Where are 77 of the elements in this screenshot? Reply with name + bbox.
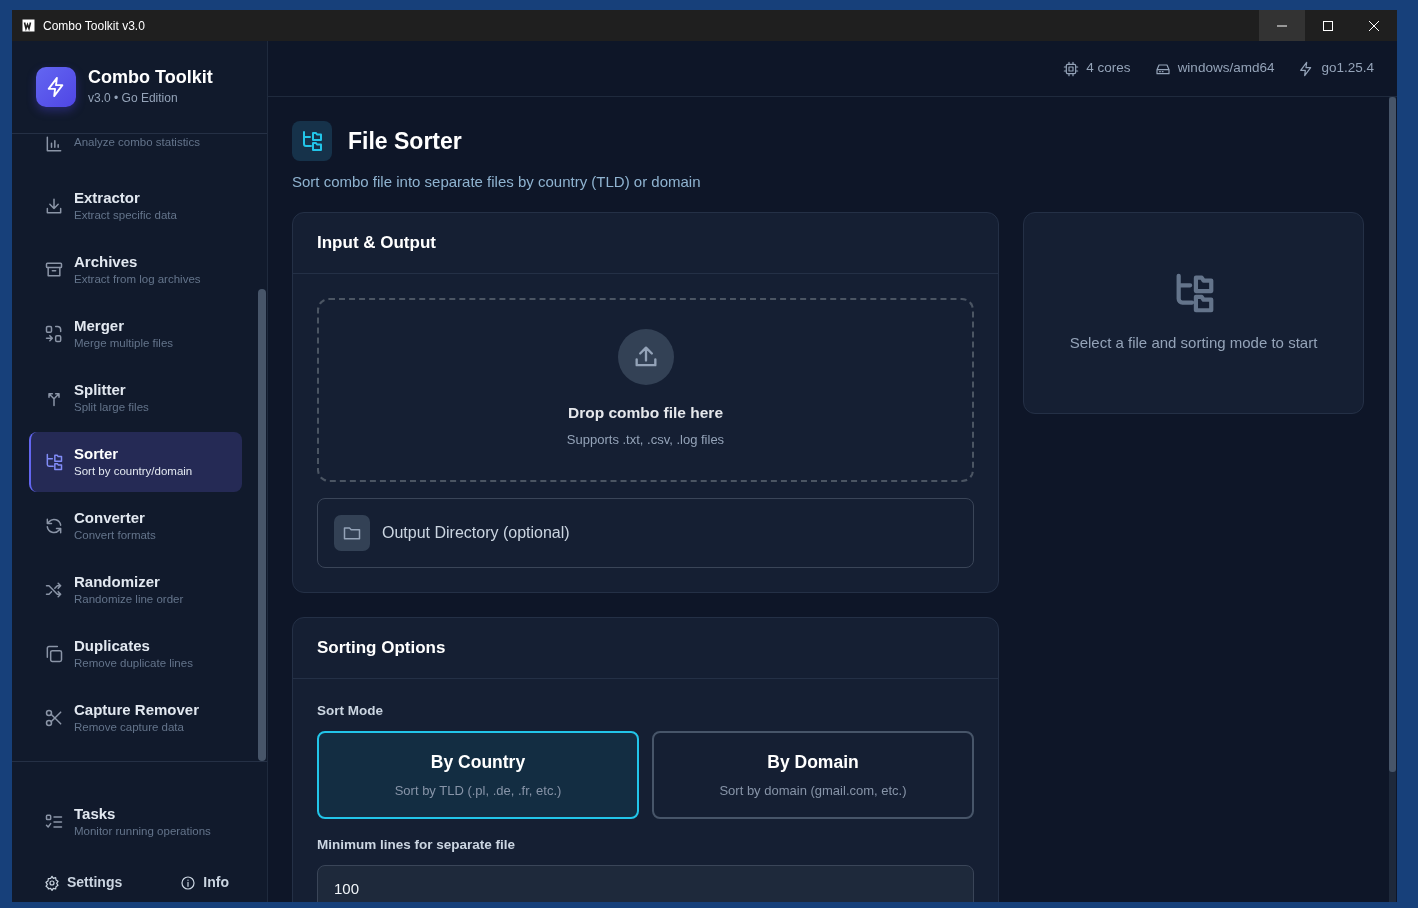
- system-info: go1.25.4: [1321, 59, 1374, 78]
- sidebar-item[interactable]: Duplicates Remove duplicate lines: [29, 624, 242, 684]
- sidebar-item[interactable]: Tasks Monitor running operations: [29, 792, 251, 852]
- sidebar-item[interactable]: Sorter Sort by country/domain: [29, 432, 242, 492]
- system-info: 4 cores: [1086, 59, 1131, 78]
- item-description: Convert formats: [74, 528, 156, 544]
- sidebar-item[interactable]: Splitter Split large files: [29, 368, 242, 428]
- file-drop-zone[interactable]: Drop combo file here Supports .txt, .csv, .log files: [317, 297, 974, 482]
- folder-icon: [334, 514, 370, 551]
- sidebar-item[interactable]: Converter Convert formats: [29, 496, 242, 556]
- app-icon: [22, 19, 35, 32]
- merge-icon: [44, 324, 64, 344]
- info-link[interactable]: Info: [180, 872, 229, 893]
- app-version: v3.0 • Go Edition: [88, 89, 179, 107]
- page-title: File Sorter: [348, 126, 462, 156]
- item-title: Archives: [74, 251, 139, 272]
- scrollbar[interactable]: [1389, 97, 1396, 902]
- drop-title: Drop combo file here: [568, 403, 723, 424]
- maximize-icon: [1323, 20, 1333, 31]
- item-title: Randomizer: [74, 571, 161, 592]
- system-info: windows/amd64: [1177, 59, 1275, 78]
- item-title: Capture Remover: [74, 699, 200, 720]
- page-subtitle: Sort combo file into separate files by country (TLD) or domain: [292, 172, 702, 192]
- item-title: Sorter: [74, 443, 120, 464]
- field-label: Sort Mode: [317, 701, 384, 720]
- option-title: By Country: [430, 750, 526, 774]
- option-description: Sort by domain (gmail.com, etc.): [719, 782, 907, 801]
- sidebar-item[interactable]: Analyze combo statistics: [29, 134, 242, 166]
- folder-tree-icon: [44, 452, 64, 472]
- sidebar-item[interactable]: Extractor Extract specific data: [29, 176, 242, 236]
- archive-icon: [44, 260, 64, 280]
- window-title: Combo Toolkit v3.0: [43, 17, 145, 35]
- item-title: Converter: [74, 507, 146, 528]
- item-description: Split large files: [74, 400, 149, 416]
- item-description: Remove duplicate lines: [74, 656, 193, 672]
- drop-hint: Supports .txt, .csv, .log files: [566, 431, 725, 450]
- sort-mode-option[interactable]: By Country Sort by TLD (.pl, .de, .fr, etc.): [317, 730, 639, 819]
- item-title: Extractor: [74, 187, 141, 208]
- settings-icon: [44, 874, 60, 891]
- copy-icon: [44, 644, 64, 664]
- item-title: Duplicates: [74, 635, 151, 656]
- sort-mode-option[interactable]: By Domain Sort by domain (gmail.com, etc.): [652, 730, 974, 819]
- item-description: Analyze combo statistics: [74, 135, 200, 150]
- close-icon: [1369, 20, 1379, 31]
- chip-icon: [1063, 60, 1080, 77]
- sidebar-item[interactable]: Randomizer Randomize line order: [29, 560, 242, 620]
- item-description: Monitor running operations: [74, 824, 211, 840]
- item-description: Randomize line order: [74, 592, 184, 608]
- shuffle-icon: [44, 580, 64, 600]
- card-title: Sorting Options: [293, 617, 998, 679]
- sidebar-item[interactable]: Capture Remover Remove capture data: [29, 688, 242, 748]
- app-name: Combo Toolkit: [88, 67, 213, 89]
- item-description: Merge multiple files: [74, 336, 174, 352]
- option-title: By Domain: [767, 750, 859, 774]
- sidebar-item[interactable]: Merger Merge multiple files: [29, 304, 242, 364]
- sidebar-item[interactable]: Archives Extract from log archives: [29, 240, 242, 300]
- chart-icon: [44, 134, 64, 154]
- scissors-icon: [44, 708, 64, 728]
- settings-link[interactable]: Settings: [44, 872, 123, 893]
- output-directory-field[interactable]: Output Directory (optional): [317, 497, 974, 568]
- field-label: Minimum lines for separate file: [317, 835, 517, 854]
- item-title: Splitter: [74, 379, 127, 400]
- option-description: Sort by TLD (.pl, .de, .fr, etc.): [394, 782, 562, 801]
- minimum-lines-field[interactable]: 100: [317, 865, 974, 902]
- item-description: Sort by country/domain: [74, 464, 193, 480]
- item-description: Extract from log archives: [74, 272, 201, 288]
- item-description: Remove capture data: [74, 720, 185, 736]
- card-title: Input & Output: [293, 212, 998, 274]
- item-description: Extract specific data: [74, 208, 177, 224]
- item-title: Tasks: [74, 803, 117, 824]
- refresh-icon: [44, 516, 64, 536]
- lightning-logo-icon: [36, 67, 76, 107]
- download-icon: [44, 196, 64, 216]
- info-icon: [180, 874, 197, 891]
- item-title: Merger: [74, 315, 126, 336]
- folder-tree-icon: [292, 121, 332, 161]
- status-message: Select a file and sorting mode to start: [1069, 333, 1318, 354]
